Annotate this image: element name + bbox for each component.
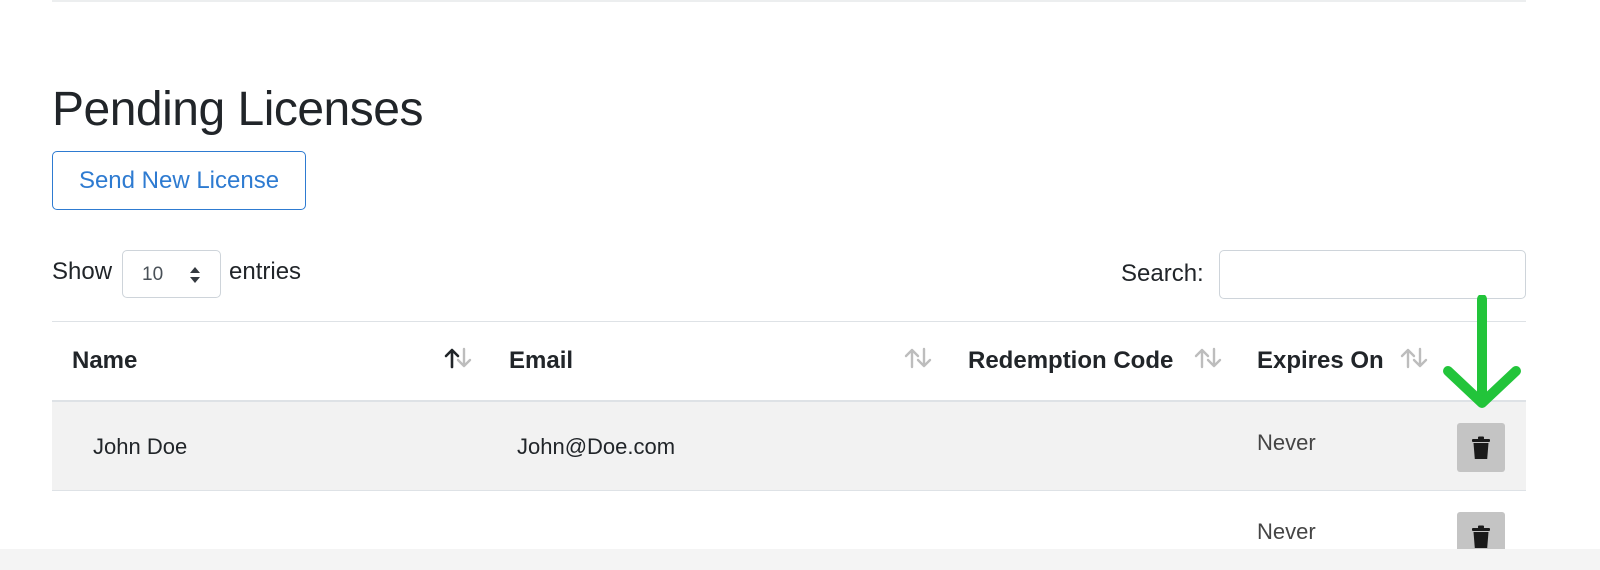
entries-label: entries	[229, 258, 302, 285]
column-header-email[interactable]: Email	[487, 322, 947, 400]
select-arrows-icon	[190, 267, 200, 283]
cell-name: John Doe	[93, 434, 188, 459]
sort-arrows-icon	[904, 347, 932, 369]
column-header-name[interactable]: Name	[52, 322, 487, 400]
column-header-label: Name	[72, 347, 138, 374]
pending-licenses-page: Pending Licenses Send New License Show 1…	[0, 0, 1600, 570]
table-row: John Doe John@Doe.com Never	[52, 402, 1526, 491]
column-header-label: Email	[509, 347, 574, 374]
column-header-redemption-code[interactable]: Redemption Code	[947, 322, 1237, 400]
entries-per-page-select[interactable]: 10	[122, 250, 221, 298]
cell-expires-on: Never	[1257, 519, 1316, 544]
sort-arrows-icon	[1400, 347, 1428, 369]
show-label: Show	[52, 258, 113, 285]
search-label: Search:	[1121, 260, 1204, 287]
page-title: Pending Licenses	[52, 83, 423, 136]
cell-email: John@Doe.com	[517, 434, 676, 459]
column-header-label: Redemption Code	[968, 347, 1174, 374]
table-header: Name Email Redemption Code Expires On	[52, 322, 1526, 402]
trash-icon	[1472, 525, 1490, 548]
delete-license-button[interactable]	[1457, 423, 1505, 472]
column-header-label: Expires On	[1257, 347, 1384, 374]
sort-arrows-icon	[1194, 347, 1222, 369]
trash-icon	[1472, 436, 1490, 459]
entries-per-page-value: 10	[142, 264, 164, 285]
bottom-edge	[0, 549, 1600, 570]
search-input[interactable]	[1219, 250, 1526, 299]
down-arrow-icon	[1443, 295, 1521, 408]
send-new-license-button[interactable]: Send New License	[52, 151, 306, 210]
section-divider	[52, 0, 1526, 2]
cell-expires-on: Never	[1257, 430, 1316, 455]
sort-ascending-icon	[444, 347, 472, 369]
